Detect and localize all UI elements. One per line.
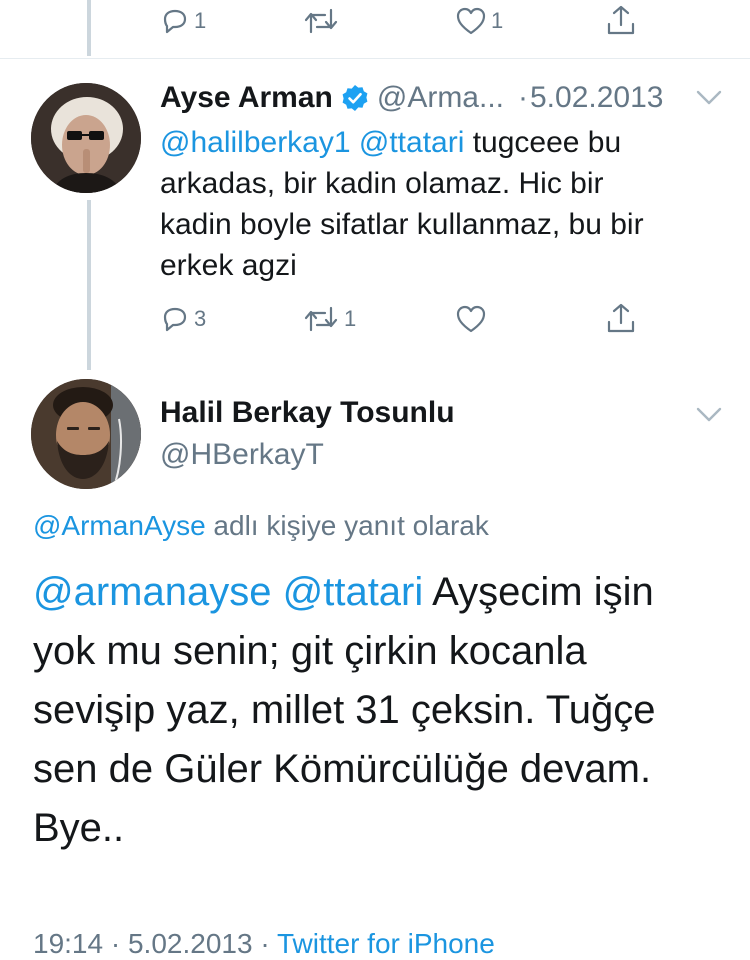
like-button[interactable] xyxy=(455,304,487,334)
reply-to-suffix: adlı kişiye yanıt olarak xyxy=(213,510,489,541)
reply-button[interactable]: 1 xyxy=(160,6,206,36)
tweet-date[interactable]: 5.02.2013 xyxy=(530,81,663,115)
like-button[interactable]: 1 xyxy=(455,6,503,36)
author-name[interactable]: Ayse Arman xyxy=(160,81,333,115)
footer-separator: · xyxy=(260,928,270,959)
tweet-text-line: erkek agzi xyxy=(160,249,297,282)
reply-button[interactable]: 3 xyxy=(160,304,206,334)
tweet1-text: @halilberkay1 @ttatari tugceee bu arkada… xyxy=(160,122,720,286)
thread-line-top xyxy=(87,0,91,56)
tweet-text-line: Bye.. xyxy=(33,806,125,850)
mention-link[interactable]: @halilberkay1 xyxy=(160,126,351,159)
avatar-image xyxy=(31,379,141,489)
tweet-text-line: kadin boyle sifatlar kullanmaz, bu bir xyxy=(160,208,644,241)
reply-to-handle[interactable]: @ArmanAyse xyxy=(33,510,206,541)
tweet-text: Ayşecim işin xyxy=(432,570,654,614)
avatar-halil-berkay-tosunlu[interactable] xyxy=(31,379,141,489)
footer-source-link[interactable]: Twitter for iPhone xyxy=(277,928,495,959)
retweet-button[interactable]: 1 xyxy=(302,304,356,334)
avatar-image xyxy=(31,83,141,193)
thread-line-middle xyxy=(87,200,91,370)
tweet-text-line: sen de Güler Kömürcülüğe devam. xyxy=(33,747,652,791)
avatar-ayse-arman[interactable] xyxy=(31,83,141,193)
author-handle[interactable]: @HBerkayT xyxy=(160,438,324,472)
mention-link[interactable]: @ttatari xyxy=(283,570,424,614)
reply-count: 1 xyxy=(194,8,207,33)
mention-link[interactable]: @armanayse xyxy=(33,570,271,614)
chevron-down-icon[interactable] xyxy=(696,90,722,106)
footer-date: 5.02.2013 xyxy=(127,928,253,959)
share-icon xyxy=(607,303,635,333)
author-name[interactable]: Halil Berkay Tosunlu xyxy=(160,396,455,430)
verified-badge-icon xyxy=(342,85,368,111)
author-handle[interactable]: @Arma... xyxy=(377,81,504,115)
tweet-text-line: arkadas, bir kadin olamaz. Hic bir xyxy=(160,167,604,200)
chevron-down-icon[interactable] xyxy=(696,407,722,423)
tweet-text-line: sevişip yaz, millet 31 çeksin. Tuğçe xyxy=(33,688,656,732)
reply-count: 3 xyxy=(194,306,207,331)
heart-icon xyxy=(456,7,486,35)
share-button[interactable] xyxy=(605,4,637,36)
retweet-button[interactable] xyxy=(302,6,340,36)
tweet-text-line: yok mu senin; git çirkin kocanla xyxy=(33,629,587,673)
divider xyxy=(0,58,750,59)
tweet-text: tugceee bu xyxy=(472,126,622,159)
like-count: 1 xyxy=(491,8,504,33)
share-icon xyxy=(607,5,635,35)
retweet-icon xyxy=(304,8,338,34)
reply-icon xyxy=(163,307,187,332)
replying-to: @ArmanAyse adlı kişiye yanıt olarak xyxy=(33,510,489,542)
tweet-footer: 19:14 · 5.02.2013 · Twitter for iPhone xyxy=(33,928,495,960)
tweet1-header: Ayse Arman @Arma... · 5.02.2013 xyxy=(160,80,663,116)
tweet-text-line: @halilberkay1 @ttatari tugceee bu xyxy=(160,122,720,163)
retweet-count: 1 xyxy=(344,306,357,331)
retweet-icon xyxy=(304,306,338,332)
footer-separator: · xyxy=(110,928,121,959)
reply-icon xyxy=(163,9,187,34)
mention-link[interactable]: @ttatari xyxy=(359,126,464,159)
footer-time: 19:14 xyxy=(33,928,104,959)
tweet2-text: @armanayse @ttatari Ayşecim işin yok mu … xyxy=(33,563,733,858)
tweet-text-line: @armanayse @ttatari Ayşecim işin xyxy=(33,563,733,622)
separator-dot: · xyxy=(518,81,528,114)
heart-icon xyxy=(456,305,486,333)
share-button[interactable] xyxy=(605,302,637,334)
